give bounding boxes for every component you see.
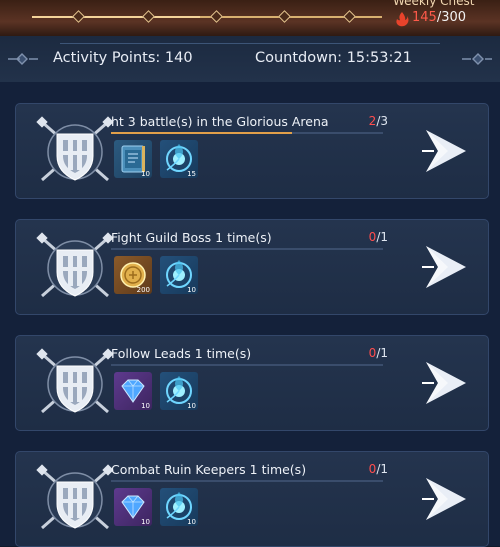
- milestone-marker-icon[interactable]: [210, 10, 223, 23]
- reward-slot[interactable]: 10: [114, 488, 152, 526]
- countdown-value: 15:53:21: [346, 50, 412, 66]
- task-title: Follow Leads 1 time(s): [111, 346, 252, 361]
- header-divider: [60, 43, 440, 44]
- reward-quantity: 10: [187, 518, 196, 526]
- task-progress-bar: [111, 248, 383, 250]
- reward-quantity: 15: [187, 170, 196, 178]
- milestone-marker-icon[interactable]: [142, 10, 155, 23]
- countdown: Countdown: 15:53:21: [255, 50, 412, 66]
- task-progress-count: 0/1: [360, 230, 388, 244]
- activity-points: Activity Points: 140: [53, 50, 193, 66]
- task-progress-total: 3: [380, 114, 388, 128]
- weekly-chest-bar: Weekly Chest 145/300: [0, 0, 500, 36]
- left-ornament-icon: [8, 53, 38, 65]
- task-card-guild-boss[interactable]: Fight Guild Boss 1 time(s) 0/1 200 10: [15, 219, 489, 315]
- task-progress-total: 1: [380, 230, 388, 244]
- reward-slot[interactable]: 10: [114, 372, 152, 410]
- reward-slot[interactable]: 15: [160, 140, 198, 178]
- milestone-marker-icon[interactable]: [278, 10, 291, 23]
- reward-quantity: 10: [187, 402, 196, 410]
- task-title: Combat Ruin Keepers 1 time(s): [111, 462, 307, 477]
- weekly-chest-title[interactable]: Weekly Chest: [393, 0, 474, 8]
- weekly-chest-count: 145/300: [412, 10, 466, 25]
- reward-quantity: 10: [187, 286, 196, 294]
- activity-points-label: Activity Points:: [53, 50, 161, 66]
- guild-shield-emblem-icon: [34, 114, 116, 182]
- right-ornament-icon: [462, 53, 492, 65]
- guild-shield-emblem-icon: [34, 346, 116, 414]
- task-progress-count: 2/3: [360, 114, 388, 128]
- weekly-max: 300: [441, 10, 467, 25]
- reward-slot[interactable]: 200: [114, 256, 152, 294]
- task-progress-count: 0/1: [360, 346, 388, 360]
- task-card-arena[interactable]: ht 3 battle(s) in the Glorious Arena 2/3…: [15, 103, 489, 199]
- task-title: Fight Guild Boss 1 time(s): [111, 230, 272, 245]
- go-arrow-icon[interactable]: [420, 356, 470, 410]
- go-arrow-icon[interactable]: [420, 240, 470, 294]
- countdown-label: Countdown:: [255, 50, 343, 66]
- reward-slot[interactable]: 10: [114, 140, 152, 178]
- task-list[interactable]: ht 3 battle(s) in the Glorious Arena 2/3…: [0, 82, 500, 547]
- weekly-progress-fill: [32, 16, 200, 18]
- go-arrow-icon[interactable]: [420, 472, 470, 526]
- task-progress-count: 0/1: [360, 462, 388, 476]
- activity-header: Activity Points: 140 Countdown: 15:53:21: [0, 36, 500, 83]
- reward-slot[interactable]: 10: [160, 256, 198, 294]
- task-progress-bar: [111, 364, 383, 366]
- flame-icon: [396, 12, 409, 27]
- task-progress-bar: [111, 480, 383, 482]
- activity-points-value: 140: [164, 50, 193, 66]
- guild-shield-emblem-icon: [34, 230, 116, 298]
- reward-quantity: 10: [141, 402, 150, 410]
- task-card-follow-leads[interactable]: Follow Leads 1 time(s) 0/1 10 10: [15, 335, 489, 431]
- task-progress-total: 1: [380, 346, 388, 360]
- weekly-current: 145: [412, 10, 437, 25]
- task-progress-total: 1: [380, 462, 388, 476]
- reward-quantity: 10: [141, 170, 150, 178]
- task-progress-fill: [111, 132, 293, 134]
- milestone-marker-icon[interactable]: [343, 10, 356, 23]
- guild-shield-emblem-icon: [34, 462, 116, 530]
- task-progress-bar: [111, 132, 383, 134]
- go-arrow-icon[interactable]: [420, 124, 470, 178]
- task-title: ht 3 battle(s) in the Glorious Arena: [111, 114, 329, 129]
- reward-slot[interactable]: 10: [160, 488, 198, 526]
- task-card-ruin-keepers[interactable]: Combat Ruin Keepers 1 time(s) 0/1 10 10: [15, 451, 489, 547]
- milestone-marker-icon[interactable]: [72, 10, 85, 23]
- reward-quantity: 10: [141, 518, 150, 526]
- reward-quantity: 200: [136, 286, 150, 294]
- reward-slot[interactable]: 10: [160, 372, 198, 410]
